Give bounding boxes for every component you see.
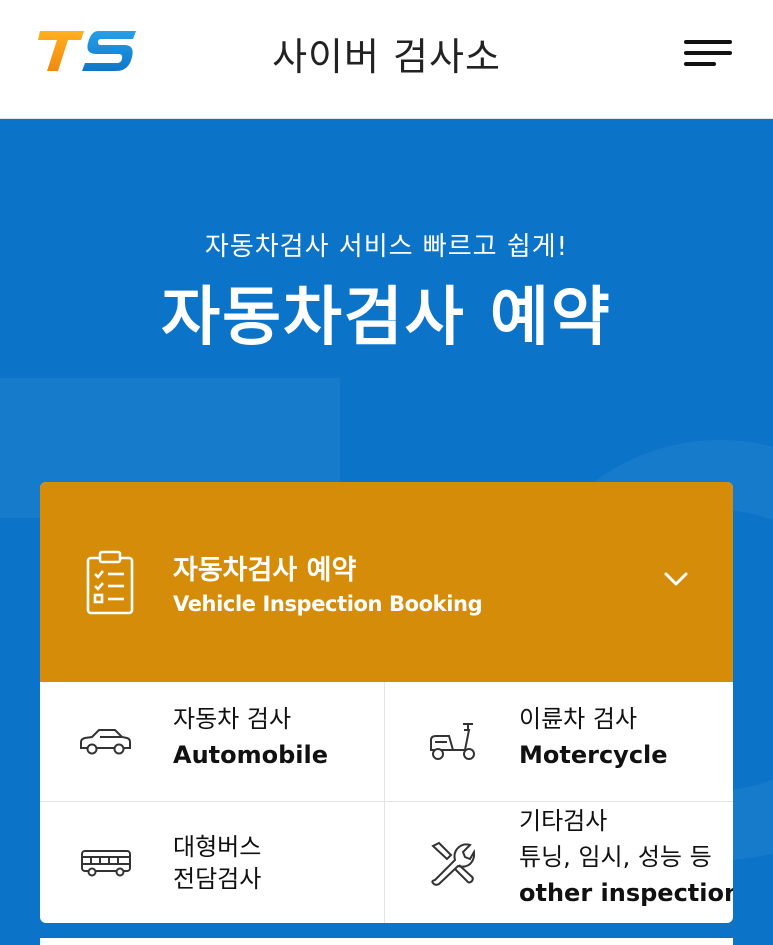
booking-subtitle: Vehicle Inspection Booking [173, 592, 483, 616]
checklist-clipboard-icon [86, 550, 134, 615]
inspection-type-grid: 자동차 검사 Automobile 이륜차 검사 Motercycle 대형버스… [40, 682, 733, 923]
automobile-inspection-option[interactable]: 자동차 검사 Automobile [40, 682, 385, 802]
hero-subtitle: 자동차검사 서비스 빠르고 쉽게! [204, 232, 569, 262]
motorcycle-label-en: Motercycle [519, 741, 668, 769]
booking-accordion-header[interactable]: 자동차검사 예약 Vehicle Inspection Booking [40, 482, 733, 682]
scooter-icon [430, 723, 475, 760]
motorcycle-inspection-option[interactable]: 이륜차 검사 Motercycle [385, 682, 733, 802]
hamburger-menu-icon[interactable] [684, 37, 734, 71]
car-icon [80, 729, 131, 755]
bus-inspection-option[interactable]: 대형버스 전담검사 [40, 802, 385, 923]
automobile-label-en: Automobile [173, 741, 329, 769]
motorcycle-label-ko: 이륜차 검사 [519, 705, 638, 733]
booking-title: 자동차검사 예약 [173, 555, 357, 586]
other-label-en: other inspection [519, 879, 733, 907]
app-title: 사이버 검사소 [272, 35, 501, 79]
bus-label-line2: 전담검사 [173, 865, 262, 893]
bus-icon [81, 850, 131, 877]
tools-icon [431, 841, 475, 886]
app-header: 사이버 검사소 [0, 0, 773, 119]
automobile-label-ko: 자동차 검사 [173, 705, 292, 733]
hero-title: 자동차검사 예약 [161, 281, 612, 355]
bus-label-line1: 대형버스 [173, 833, 262, 861]
chevron-down-icon[interactable] [663, 570, 689, 588]
other-inspection-option[interactable]: 기타검사 튜닝, 임시, 성능 등 other inspection [385, 802, 733, 923]
other-label-line1: 기타검사 [519, 807, 608, 835]
next-card-edge [40, 938, 733, 945]
other-label-line2: 튜닝, 임시, 성능 등 [519, 843, 712, 871]
booking-card: 자동차검사 예약 Vehicle Inspection Booking 자동차 … [40, 482, 733, 923]
